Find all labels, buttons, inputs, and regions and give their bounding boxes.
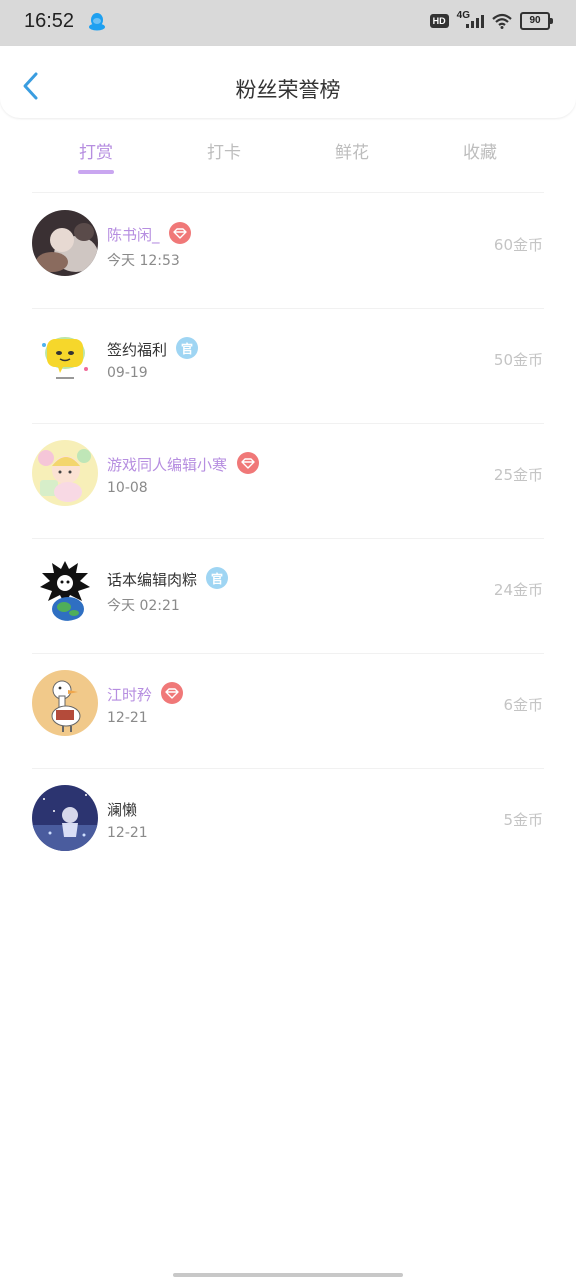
wifi-icon: [492, 13, 512, 29]
status-indicators: HD 4G 90: [429, 9, 553, 30]
tip-time: 今天 12:53: [107, 253, 180, 269]
user-name[interactable]: 陈书闲_: [107, 224, 160, 245]
tip-time: 09-19: [107, 365, 148, 381]
tip-time: 12-21: [107, 710, 148, 726]
diamond-icon: [161, 682, 183, 704]
tab-reward[interactable]: 打赏: [56, 138, 136, 174]
list-item[interactable]: 话本编辑肉粽 官 今天 02:21 24金币: [0, 539, 576, 654]
coin-amount: 50金币: [493, 351, 543, 369]
tip-time: 10-08: [107, 480, 148, 496]
user-name[interactable]: 江时矜: [107, 684, 152, 705]
list-item[interactable]: 江时矜 12-21 6金币: [0, 654, 576, 769]
user-name[interactable]: 游戏同人编辑小寒: [107, 454, 227, 475]
page-title: 粉丝荣誉榜: [235, 78, 341, 102]
tab-bar: 打赏 打卡 鲜花 收藏: [0, 138, 576, 178]
status-time: 16:52: [24, 10, 75, 32]
list-item[interactable]: 澜懒 12-21 5金币: [0, 769, 576, 884]
user-name[interactable]: 签约福利: [107, 339, 167, 360]
supporter-list: 陈书闲_ 今天 12:53 60金币 签约福利 官 09-19 50金币 游戏同…: [0, 194, 576, 884]
header-bar: 粉丝荣誉榜: [0, 46, 576, 118]
network-type: 4G: [456, 9, 470, 21]
user-name[interactable]: 澜懒: [107, 799, 137, 820]
coin-amount: 6金币: [503, 696, 543, 714]
hd-icon: HD: [429, 14, 449, 28]
avatar[interactable]: [32, 785, 98, 851]
avatar[interactable]: [32, 210, 98, 276]
coin-amount: 60金币: [493, 236, 543, 254]
tab-label: 打卡: [207, 143, 241, 163]
home-indicator[interactable]: [173, 1273, 403, 1277]
tip-time: 12-21: [107, 825, 148, 841]
tab-label: 打赏: [79, 143, 113, 163]
diamond-icon: [237, 452, 259, 474]
tab-active-indicator: [78, 170, 114, 174]
status-bar: 16:52 HD 4G 90: [0, 0, 576, 46]
tab-label: 收藏: [463, 143, 497, 163]
tip-time: 今天 02:21: [107, 598, 180, 614]
battery-icon: 90: [520, 12, 553, 30]
avatar[interactable]: [32, 670, 98, 736]
coin-amount: 5金币: [503, 811, 543, 829]
tab-label: 鲜花: [335, 143, 369, 163]
tab-favorites[interactable]: 收藏: [440, 138, 520, 163]
qq-icon: [89, 13, 105, 31]
list-item[interactable]: 陈书闲_ 今天 12:53 60金币: [0, 194, 576, 309]
official-badge: 官: [176, 337, 198, 359]
list-item[interactable]: 游戏同人编辑小寒 10-08 25金币: [0, 424, 576, 539]
avatar[interactable]: [32, 440, 98, 506]
user-name[interactable]: 话本编辑肉粽: [107, 569, 197, 590]
tab-flowers[interactable]: 鲜花: [312, 138, 392, 163]
coin-amount: 24金币: [493, 581, 543, 599]
diamond-icon: [169, 222, 191, 244]
coin-amount: 25金币: [493, 466, 543, 484]
official-badge: 官: [206, 567, 228, 589]
divider: [32, 192, 544, 193]
avatar[interactable]: [32, 555, 98, 621]
avatar[interactable]: [32, 325, 98, 391]
tab-checkin[interactable]: 打卡: [184, 138, 264, 163]
list-item[interactable]: 签约福利 官 09-19 50金币: [0, 309, 576, 424]
